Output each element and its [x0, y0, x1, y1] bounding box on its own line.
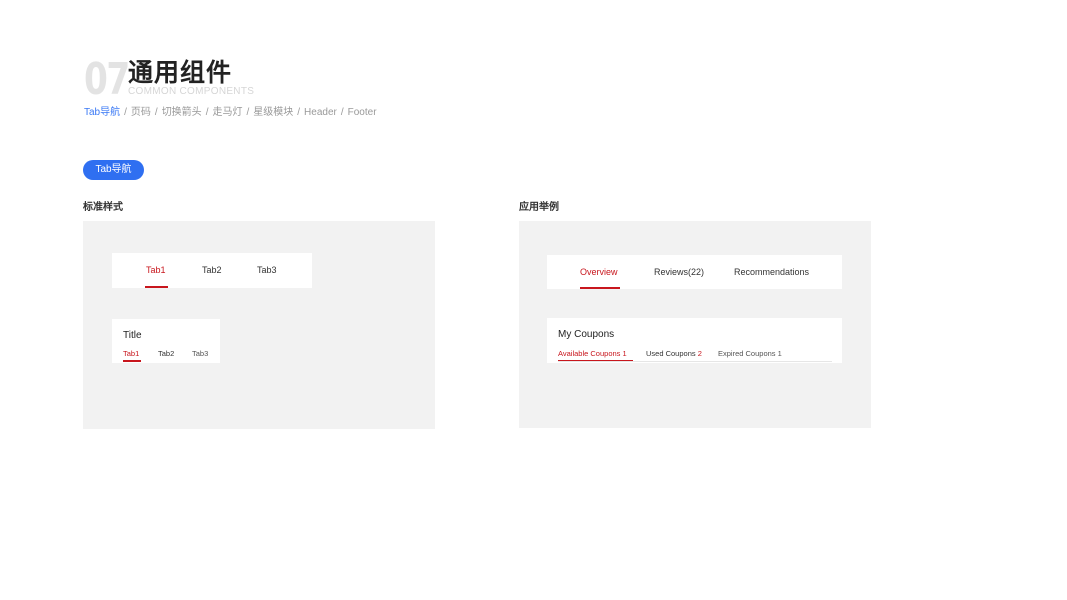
tab-1[interactable]: Tab1 — [146, 265, 166, 275]
breadcrumb-item-footer[interactable]: Footer — [348, 107, 377, 118]
example-caption: 应用举例 — [519, 202, 559, 213]
standard-style-panel: Tab1 Tab2 Tab3 Title Tab1 Tab2 Tab3 — [83, 221, 435, 429]
breadcrumb-separator: / — [154, 107, 158, 118]
breadcrumb-separator: / — [124, 107, 127, 118]
expired-coupons-count: 1 — [777, 349, 782, 358]
tab-used-coupons-label: Used Coupons — [646, 349, 696, 358]
breadcrumb-separator: / — [340, 107, 344, 118]
tab-2[interactable]: Tab2 — [202, 265, 222, 275]
active-tab-underline — [145, 286, 168, 288]
coupons-card: My Coupons Available Coupons 1 Used Coup… — [547, 318, 842, 363]
tab-overview[interactable]: Overview — [580, 267, 618, 277]
breadcrumb-item-header[interactable]: Header — [304, 107, 337, 118]
card-tab-2[interactable]: Tab2 — [158, 349, 174, 358]
breadcrumb: Tab导航 / 页码 / 切换箭头 / 走马灯 / 星级模块 / Header / Footer — [84, 103, 377, 118]
tab-available-coupons-label: Available Coupons — [558, 349, 621, 358]
card-tab-3[interactable]: Tab3 — [192, 349, 208, 358]
product-tab-bar: Overview Reviews(22) Recommendations — [547, 255, 842, 289]
breadcrumb-item-tab-nav[interactable]: Tab导航 — [84, 103, 120, 118]
example-panel: Overview Reviews(22) Recommendations My … — [519, 221, 871, 428]
breadcrumb-item-pagination[interactable]: 页码 — [131, 103, 151, 118]
breadcrumb-item-carousel[interactable]: 走马灯 — [212, 103, 242, 118]
available-coupons-count: 1 — [622, 349, 627, 358]
coupons-tab-divider — [558, 361, 832, 362]
standard-tab-bar: Tab1 Tab2 Tab3 — [112, 253, 312, 288]
breadcrumb-separator: / — [297, 107, 301, 118]
standard-style-caption: 标准样式 — [83, 202, 123, 213]
section-subtitle: COMMON COMPONENTS — [128, 86, 255, 97]
tab-recommendations[interactable]: Recommendations — [734, 267, 809, 277]
card-tab-1[interactable]: Tab1 — [123, 349, 139, 358]
card-title: Title — [123, 330, 142, 341]
coupons-title: My Coupons — [558, 329, 615, 340]
tab-expired-coupons[interactable]: Expired Coupons 1 — [718, 349, 782, 358]
breadcrumb-item-arrows[interactable]: 切换箭头 — [162, 103, 202, 118]
section-title: 通用组件 — [128, 59, 233, 87]
tab-available-coupons[interactable]: Available Coupons 1 — [558, 349, 627, 358]
tab-used-coupons[interactable]: Used Coupons 2 — [646, 349, 702, 358]
tab-nav-pill[interactable]: Tab导航 — [83, 160, 144, 180]
active-tab-underline — [580, 287, 620, 289]
breadcrumb-separator: / — [246, 107, 250, 118]
used-coupons-count: 2 — [697, 349, 702, 358]
tab-3[interactable]: Tab3 — [257, 265, 277, 275]
breadcrumb-item-star-rating[interactable]: 星级模块 — [253, 103, 293, 118]
active-tab-underline — [123, 360, 141, 362]
tab-reviews[interactable]: Reviews(22) — [654, 267, 704, 277]
breadcrumb-separator: / — [205, 107, 209, 118]
section-number: 07 — [84, 54, 130, 105]
tab-expired-coupons-label: Expired Coupons — [718, 349, 776, 358]
titled-tab-card: Title Tab1 Tab2 Tab3 — [112, 319, 220, 363]
